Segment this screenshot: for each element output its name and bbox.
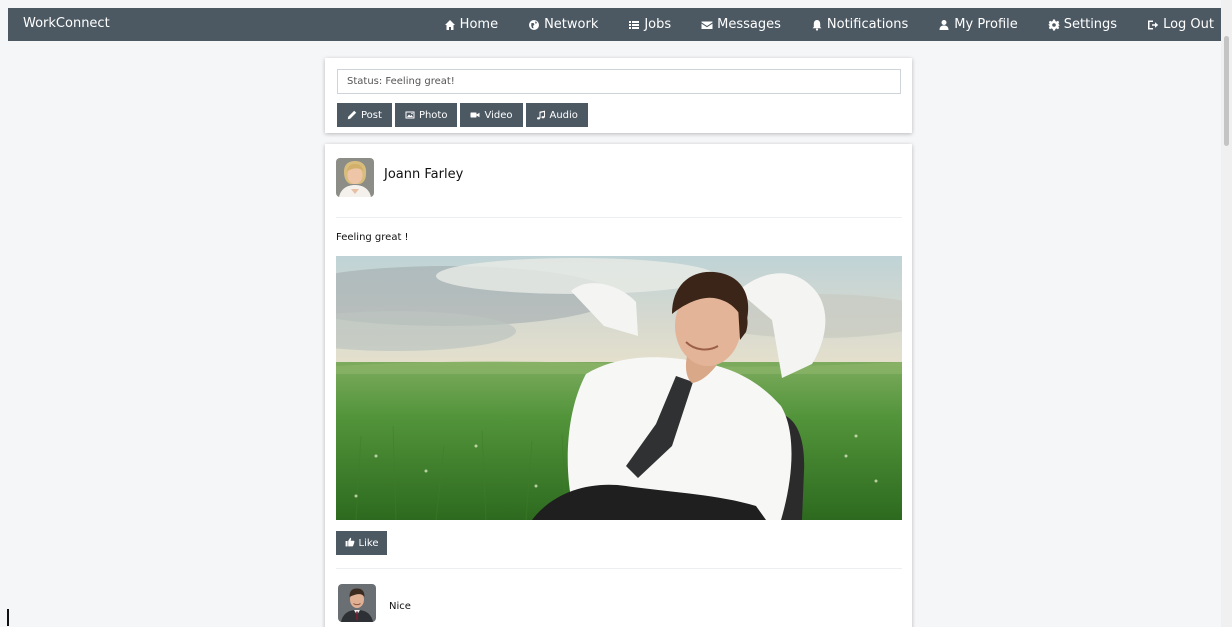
nav-notifications-label: Notifications — [826, 17, 909, 32]
photo-button-label: Photo — [418, 109, 448, 121]
main-nav: Home Network Jobs Messages Notifications… — [429, 8, 1229, 41]
nav-home-label: Home — [459, 17, 499, 32]
status-input[interactable]: Status: Feeling great! — [337, 69, 901, 94]
post-text: Feeling great ! — [336, 232, 409, 243]
post-card: Joann Farley Feeling great ! Like Nice — [325, 144, 912, 627]
nav-network[interactable]: Network — [513, 8, 613, 41]
user-icon — [938, 19, 950, 31]
list-icon — [628, 19, 640, 31]
nav-settings-label: Settings — [1063, 17, 1118, 32]
logout-icon — [1147, 19, 1159, 31]
video-icon — [470, 110, 480, 120]
gear-icon — [1048, 19, 1060, 31]
like-button-label: Like — [358, 537, 379, 549]
home-icon — [444, 19, 456, 31]
status-composer: Status: Feeling great! Post Photo Video … — [325, 58, 912, 133]
video-button-label: Video — [484, 109, 513, 121]
audio-button[interactable]: Audio — [525, 103, 588, 127]
nav-jobs-label: Jobs — [644, 17, 672, 32]
image-icon — [405, 110, 415, 120]
post-button-label: Post — [361, 109, 382, 121]
comment-text: Nice — [389, 601, 411, 612]
post-header-divider — [336, 217, 902, 218]
post-author-name[interactable]: Joann Farley — [384, 167, 463, 182]
app-frame: WorkConnect Home Network Jobs Messages N… — [8, 8, 1229, 627]
music-icon — [536, 110, 546, 120]
author-avatar[interactable] — [336, 158, 374, 197]
nav-my-profile-label: My Profile — [954, 17, 1018, 32]
post-image — [336, 256, 902, 520]
text-cursor — [7, 609, 9, 626]
audio-button-label: Audio — [549, 109, 578, 121]
like-button[interactable]: Like — [336, 531, 387, 555]
nav-messages[interactable]: Messages — [686, 8, 796, 41]
bell-icon — [811, 19, 823, 31]
composer-toolbar: Post Photo Video Audio — [337, 103, 588, 127]
top-navbar: WorkConnect Home Network Jobs Messages N… — [8, 8, 1229, 41]
page-scrollbar[interactable] — [1221, 0, 1232, 627]
pencil-icon — [347, 110, 357, 120]
post-button[interactable]: Post — [337, 103, 392, 127]
nav-settings[interactable]: Settings — [1033, 8, 1132, 41]
thumbs-up-icon — [345, 537, 355, 550]
nav-notifications[interactable]: Notifications — [796, 8, 923, 41]
nav-my-profile[interactable]: My Profile — [923, 8, 1032, 41]
comments-divider — [336, 568, 902, 569]
comment-avatar[interactable] — [338, 584, 376, 622]
photo-button[interactable]: Photo — [394, 103, 458, 127]
nav-messages-label: Messages — [717, 17, 781, 32]
brand-title[interactable]: WorkConnect — [23, 16, 110, 31]
nav-home[interactable]: Home — [429, 8, 513, 41]
nav-network-label: Network — [544, 17, 599, 32]
globe-icon — [528, 19, 540, 31]
nav-log-out[interactable]: Log Out — [1132, 8, 1229, 41]
nav-jobs[interactable]: Jobs — [613, 8, 686, 41]
video-button[interactable]: Video — [460, 103, 523, 127]
envelope-icon — [701, 19, 713, 31]
scrollbar-thumb[interactable] — [1224, 36, 1229, 146]
nav-log-out-label: Log Out — [1163, 17, 1214, 32]
